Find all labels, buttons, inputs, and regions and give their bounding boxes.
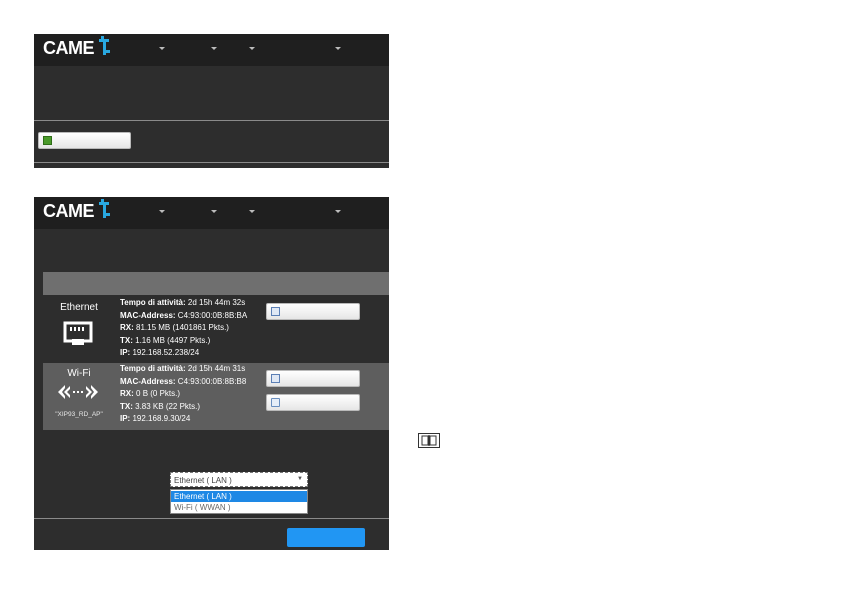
- add-button[interactable]: [38, 132, 131, 149]
- add-icon: [43, 136, 52, 145]
- nav-menu-2-chevron-down-icon[interactable]: [211, 210, 217, 213]
- edit-wifi-button[interactable]: [266, 370, 360, 387]
- came-logo: CAME: [43, 201, 95, 221]
- ethernet-port-icon: [63, 321, 93, 345]
- select-option-ethernet[interactable]: Ethernet ( LAN ): [171, 491, 307, 502]
- nav-menu-1-chevron-down-icon[interactable]: [159, 210, 165, 213]
- divider: [34, 162, 389, 163]
- nav-menu-4-chevron-down-icon[interactable]: [335, 47, 341, 50]
- edit-icon: [271, 307, 280, 316]
- select-option-wifi[interactable]: Wi-Fi ( WWAN ): [171, 502, 307, 513]
- nav-menu-2-chevron-down-icon[interactable]: [211, 47, 217, 50]
- nav-menu-4-chevron-down-icon[interactable]: [335, 210, 341, 213]
- divider: [34, 518, 389, 519]
- came-logo-mark-icon: [99, 199, 110, 218]
- came-logo: CAME: [43, 38, 95, 58]
- save-button[interactable]: [287, 528, 365, 547]
- interface-name: Wi-Fi: [67, 368, 91, 379]
- interface-select-dropdown: Ethernet ( LAN ) Wi-Fi ( WWAN ): [170, 489, 308, 514]
- divider: [34, 120, 389, 121]
- bottom-panel: CAME Ethernet Tempo di attività: 2d 15h …: [34, 197, 389, 550]
- scan-icon: [271, 398, 280, 407]
- interface-info: Tempo di attività: 2d 15h 44m 32s MAC-Ad…: [120, 298, 248, 357]
- top-navbar: CAME: [34, 197, 389, 229]
- nav-menu-1-chevron-down-icon[interactable]: [159, 47, 165, 50]
- scan-wifi-button[interactable]: [266, 394, 360, 411]
- edit-ethernet-button[interactable]: [266, 303, 360, 320]
- interface-select[interactable]: Ethernet ( LAN ) ▼: [170, 472, 308, 487]
- wifi-arrows-icon: [58, 385, 98, 399]
- interface-row-wifi: Wi-Fi "XIP93_RD_AP" Tempo di attività: 2…: [43, 363, 389, 430]
- interfaces-table-header: [43, 272, 389, 295]
- nav-menu-3-chevron-down-icon[interactable]: [249, 47, 255, 50]
- nav-menu-3-chevron-down-icon[interactable]: [249, 210, 255, 213]
- top-navbar: CAME: [34, 34, 389, 66]
- came-logo-mark-icon: [99, 36, 110, 55]
- wifi-ssid: "XIP93_RD_AP": [55, 411, 103, 418]
- book-icon: [418, 433, 440, 448]
- select-value: Ethernet ( LAN ): [174, 476, 232, 485]
- interface-info: Tempo di attività: 2d 15h 44m 31s MAC-Ad…: [120, 364, 247, 423]
- top-panel: CAME: [34, 34, 389, 168]
- edit-icon: [271, 374, 280, 383]
- interface-row-ethernet: Ethernet Tempo di attività: 2d 15h 44m 3…: [43, 296, 389, 362]
- chevron-down-icon: ▼: [297, 476, 303, 482]
- interface-name: Ethernet: [60, 302, 98, 313]
